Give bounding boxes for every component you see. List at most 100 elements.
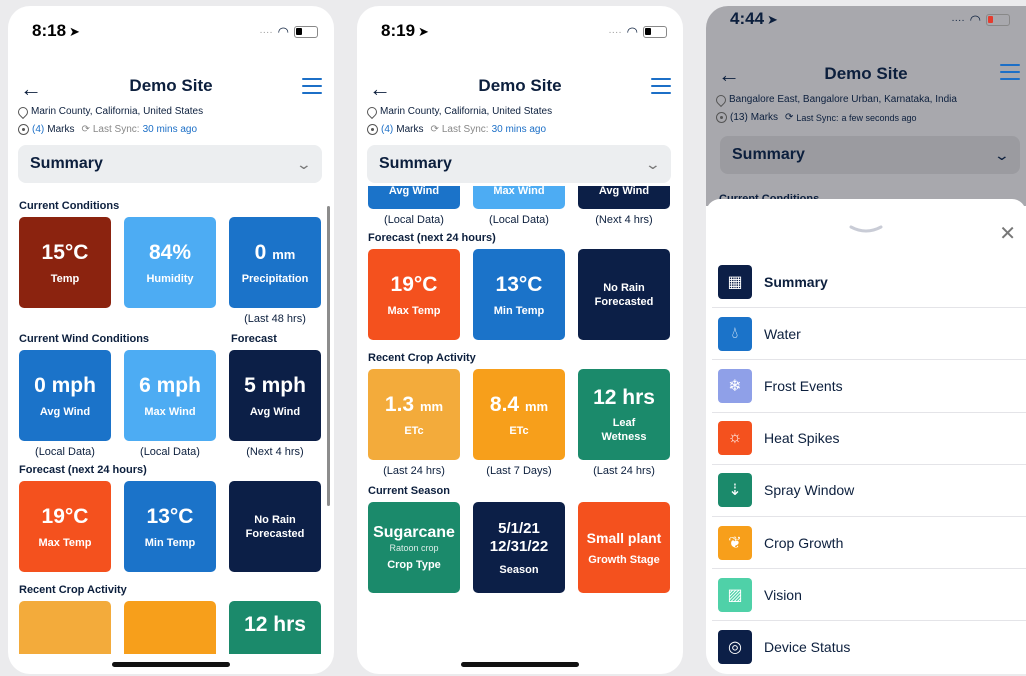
max-wind-tile[interactable]: Max Wind <box>473 186 565 209</box>
sync-value: a few seconds ago <box>841 112 917 123</box>
dropdown-value: Summary <box>30 155 103 172</box>
battery-icon <box>986 14 1010 26</box>
location-arrow-icon: ➤ <box>69 24 80 39</box>
wifi-icon: ◠ <box>277 24 289 39</box>
home-indicator[interactable] <box>112 662 230 667</box>
grid-icon: ▦ <box>718 264 752 299</box>
leaf-caption: (Last 24 hrs) <box>593 465 655 477</box>
etc-24-tile[interactable]: 1.3 mm ETc <box>368 369 460 460</box>
chevron-down-icon: ⌄ <box>993 146 1011 163</box>
forecast-wind-tile[interactable]: 5 mph Avg Wind <box>229 350 321 441</box>
location-pin-icon <box>713 92 729 107</box>
site-location: Marin County, California, United States <box>380 106 553 117</box>
sprout-icon: ❦ <box>718 525 752 560</box>
avg-wind-tile[interactable]: 0 mph Avg Wind <box>19 350 111 441</box>
page-title: Demo Site <box>824 64 908 83</box>
clock: 4:44 <box>730 9 765 28</box>
marks-count[interactable]: (4) <box>381 124 393 135</box>
forecast-wind-caption: (Next 4 hrs) <box>595 214 653 226</box>
sync-label: Last Sync: <box>92 124 140 135</box>
etc-7-caption: (Last 7 Days) <box>486 465 552 477</box>
section-current-season: Current Season <box>368 485 450 497</box>
location-arrow-icon: ➤ <box>767 12 778 27</box>
humidity-tile[interactable]: 84% Humidity <box>124 217 216 308</box>
chevron-down-icon: ⌄ <box>295 155 313 172</box>
menu-item-water[interactable]: 💧︎ Water <box>712 308 1026 361</box>
menu-item-crop-growth[interactable]: ❦ Crop Growth <box>712 517 1026 570</box>
menu-item-device-status[interactable]: ◎ Device Status <box>712 621 1026 673</box>
leaf-wetness-tile[interactable]: 12 hrs Leaf Wetness <box>578 369 670 460</box>
site-location: Marin County, California, United States <box>31 106 204 117</box>
dimmed-background[interactable]: 4:44 ➤ ···· ◠ ← Demo Site Bangalore East, … <box>706 6 1026 206</box>
marks-count[interactable]: (13) <box>730 112 748 123</box>
precipitation-tile[interactable]: 0 mm Precipitation <box>229 217 321 308</box>
avg-wind-caption: (Local Data) <box>384 214 444 226</box>
location-arrow-icon: ➤ <box>418 24 429 39</box>
marks-count[interactable]: (4) <box>32 124 44 135</box>
forecast-wind-tile[interactable]: Avg Wind <box>578 186 670 209</box>
phone-screen-3: 4:44 ➤ ···· ◠ ← Demo Site Bangalore East, … <box>706 6 1026 674</box>
sheet-handle-icon[interactable] <box>849 225 883 233</box>
rain-forecast-tile[interactable]: No Rain Forecasted <box>578 249 670 340</box>
sync-value: 30 mins ago <box>491 124 547 135</box>
min-temp-tile[interactable]: 13°C Min Temp <box>473 249 565 340</box>
menu-item-summary[interactable]: ▦ Summary <box>712 256 1026 309</box>
marks-label: Marks <box>47 124 75 135</box>
menu-item-frost-events[interactable]: ❄ Frost Events <box>712 360 1026 413</box>
menu-item-vision[interactable]: ▨ Vision <box>712 569 1026 622</box>
growth-stage-tile[interactable]: Small plant Growth Stage <box>578 502 670 593</box>
target-icon <box>18 124 29 135</box>
view-dropdown[interactable]: Summary ⌄ <box>720 136 1020 174</box>
section-current-wind: Current Wind Conditions <box>19 333 150 345</box>
location-pin-icon <box>364 104 380 119</box>
water-drop-icon: 💧︎ <box>718 316 752 351</box>
scrollbar[interactable] <box>327 206 330 506</box>
view-dropdown[interactable]: Summary ⌄ <box>367 145 671 183</box>
marks-label: Marks <box>396 124 424 135</box>
hamburger-menu-icon[interactable] <box>302 78 322 94</box>
close-icon[interactable]: ✕ <box>999 221 1016 246</box>
avg-wind-tile[interactable]: Avg Wind <box>368 186 460 209</box>
menu-item-spray-window[interactable]: ⇣ Spray Window <box>712 465 1026 517</box>
menu-list: ▦ Summary 💧︎ Water ❄ Frost Events ☼ Heat Spi… <box>712 256 1026 674</box>
crop-type-tile[interactable]: Sugarcane Ratoon crop Crop Type <box>368 502 460 593</box>
chevron-down-icon: ⌄ <box>644 155 662 172</box>
dropdown-value: Summary <box>379 155 452 172</box>
clock: 8:19 <box>381 21 416 40</box>
sync-value: 30 mins ago <box>142 124 198 135</box>
signal-icon: ···· <box>951 14 965 26</box>
home-indicator[interactable] <box>461 662 579 667</box>
menu-bottom-sheet: ✕ ▦ Summary 💧︎ Water ❄ Frost Events ☼ Heat S… <box>706 199 1026 674</box>
snowflake-icon: ❄ <box>718 368 752 403</box>
sync-icon: ⟳ <box>81 124 90 135</box>
section-current-conditions: Current Conditions <box>19 200 120 212</box>
sync-label: Last Sync: <box>796 112 839 123</box>
sync-icon: ⟳ <box>785 112 794 123</box>
signal-icon: ···· <box>608 26 622 38</box>
sync-label: Last Sync: <box>441 124 489 135</box>
min-temp-tile[interactable]: 13°C Min Temp <box>124 481 216 572</box>
menu-item-heat-spikes[interactable]: ☼ Heat Spikes <box>712 413 1026 465</box>
temp-tile[interactable]: 15°C Temp <box>19 217 111 308</box>
clock: 8:18 <box>32 21 67 40</box>
season-tile[interactable]: 5/1/21 12/31/22 Season <box>473 502 565 593</box>
section-crop-activity: Recent Crop Activity <box>19 584 127 596</box>
leaf-wetness-tile[interactable]: 12 hrs <box>229 601 321 654</box>
section-forecast: Forecast <box>231 333 277 345</box>
max-temp-tile[interactable]: 19°C Max Temp <box>19 481 111 572</box>
etc-24-tile[interactable] <box>19 601 111 654</box>
max-temp-tile[interactable]: 19°C Max Temp <box>368 249 460 340</box>
location-pin-icon <box>15 104 31 119</box>
rain-forecast-tile[interactable]: No Rain Forecasted <box>229 481 321 572</box>
site-location: Bangalore East, Bangalore Urban, Karnata… <box>729 94 957 105</box>
etc-7-tile[interactable]: 8.4 mm ETc <box>473 369 565 460</box>
etc-7-tile[interactable] <box>124 601 216 654</box>
max-wind-tile[interactable]: 6 mph Max Wind <box>124 350 216 441</box>
view-dropdown[interactable]: Summary ⌄ <box>18 145 322 183</box>
hamburger-menu-icon[interactable] <box>651 78 671 94</box>
hamburger-menu-icon[interactable] <box>1000 64 1020 80</box>
summary-scroll[interactable]: Current Conditions 15°C Temp 84% Humidity … <box>8 192 334 654</box>
page-title: Demo Site <box>129 76 213 95</box>
status-bar: 8:18 ➤ ···· ◠ <box>8 6 334 46</box>
summary-scroll[interactable]: Avg Wind Max Wind Avg Wind (Local Data) (… <box>357 186 683 654</box>
